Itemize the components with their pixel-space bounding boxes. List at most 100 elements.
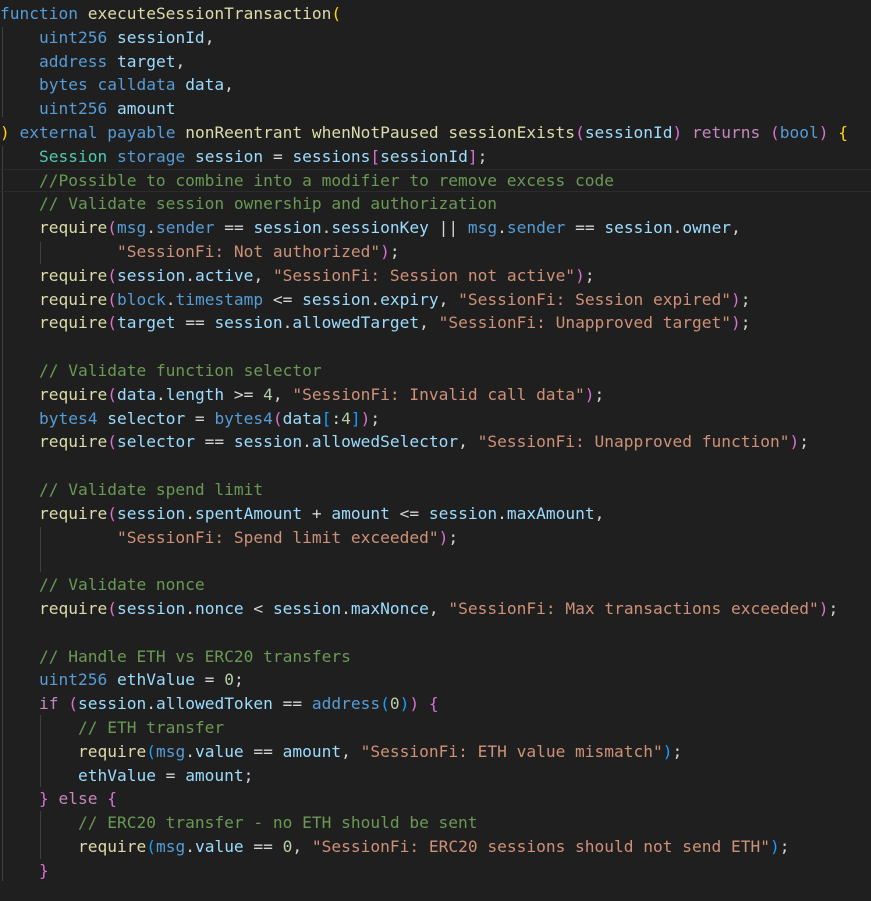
code-token: , [204, 27, 215, 47]
code-token: ) [818, 123, 829, 142]
code-token: || [428, 218, 468, 238]
code-token: ( [107, 432, 117, 452]
code-line[interactable]: require(session.spentAmount + amount <= … [0, 502, 871, 526]
code-line[interactable] [0, 454, 871, 478]
code-line[interactable]: require(msg.value == amount, "SessionFi:… [0, 740, 871, 764]
code-token: } [38, 860, 49, 880]
code-token: . [155, 384, 166, 404]
code-line[interactable]: uint256 sessionId, [0, 26, 871, 50]
code-token: "SessionFi: Invalid call data" [292, 384, 585, 404]
code-line[interactable] [0, 335, 871, 359]
code-token: , [292, 837, 312, 856]
code-token: // Validate session ownership and author… [38, 194, 498, 214]
code-token: amount [116, 99, 176, 119]
code-line[interactable]: address target, [0, 50, 871, 74]
code-token: , [731, 218, 741, 238]
code-line[interactable]: ethValue = amount; [0, 764, 871, 788]
code-token: . [341, 599, 351, 618]
code-token: allowedSelector [311, 432, 459, 452]
code-line[interactable]: } [0, 859, 871, 883]
code-token: , [253, 265, 273, 285]
code-line[interactable]: uint256 amount [0, 97, 871, 121]
code-token: . [321, 218, 332, 238]
code-line[interactable]: Session storage session = sessions[sessi… [0, 145, 871, 169]
code-token: require [38, 313, 108, 333]
code-line[interactable] [0, 621, 871, 645]
code-token: session [116, 503, 186, 523]
code-line[interactable]: // Validate session ownership and author… [0, 192, 871, 216]
code-token: . [185, 503, 195, 523]
code-token: require [38, 432, 108, 452]
code-line[interactable]: bytes calldata data, [0, 73, 871, 97]
code-token: 0 [389, 694, 400, 714]
code-token: session [77, 694, 147, 714]
code-line[interactable]: require(data.length >= 4, "SessionFi: In… [0, 383, 871, 407]
code-token: value [194, 837, 244, 856]
code-token: . [185, 741, 195, 761]
code-line[interactable]: "SessionFi: Spend limit exceeded"); [0, 526, 871, 550]
code-line[interactable]: require(target == session.allowedTarget,… [0, 311, 871, 335]
code-line[interactable]: require(block.timestamp <= session.expir… [0, 288, 871, 312]
code-token: // ERC20 transfer - no ETH should be sen… [77, 813, 478, 833]
code-line[interactable]: require(msg.value == 0, "SessionFi: ERC2… [0, 835, 871, 859]
code-token: ) [575, 265, 585, 285]
code-token: ethValue [116, 670, 195, 690]
code-token: ) [731, 313, 741, 333]
code-token: data [185, 75, 225, 95]
code-line[interactable]: require(session.active, "SessionFi: Sess… [0, 264, 871, 288]
code-line[interactable]: } else { [0, 787, 871, 811]
code-line[interactable]: if (session.allowedToken == address(0)) … [0, 692, 871, 716]
code-line[interactable]: function executeSessionTransaction( [0, 2, 871, 26]
code-line[interactable]: uint256 ethValue = 0; [0, 668, 871, 692]
code-token: whenNotPaused [311, 123, 439, 142]
code-token: ( [331, 4, 342, 23]
code-line[interactable]: ) external payable nonReentrant whenNotP… [0, 121, 871, 145]
code-token: require [38, 218, 108, 238]
code-line[interactable]: require(selector == session.allowedSelec… [0, 430, 871, 454]
code-token: "SessionFi: Max transactions exceeded" [448, 599, 819, 618]
code-line[interactable]: // Validate nonce [0, 573, 871, 597]
code-line[interactable]: require(session.nonce < session.maxNonce… [0, 597, 871, 621]
code-line[interactable]: // Validate function selector [0, 359, 871, 383]
code-line[interactable]: "SessionFi: Not authorized"); [0, 240, 871, 264]
code-line[interactable]: require(msg.sender == session.sessionKey… [0, 216, 871, 240]
code-token: , [594, 503, 605, 523]
code-line[interactable] [0, 549, 871, 573]
code-token: session [428, 503, 498, 523]
code-token: . [185, 265, 195, 285]
code-token: >= [224, 384, 264, 404]
code-line[interactable]: // ETH transfer [0, 716, 871, 740]
code-line[interactable]: // ERC20 transfer - no ETH should be sen… [0, 811, 871, 835]
code-line[interactable]: // Validate spend limit [0, 478, 871, 502]
code-token: ) [672, 123, 683, 142]
code-token: ethValue [77, 765, 156, 785]
code-line[interactable]: //Possible to combine into a modifier to… [0, 168, 871, 193]
code-token: // Validate spend limit [38, 480, 264, 499]
code-token: == [243, 837, 283, 856]
code-token: ( [272, 408, 283, 428]
code-editor[interactable]: function executeSessionTransaction( uint… [0, 0, 871, 901]
code-token: = [185, 408, 215, 428]
code-token: data [116, 384, 156, 404]
code-token: , [438, 289, 459, 309]
code-token: ( [107, 218, 117, 238]
code-token: amount [331, 503, 390, 523]
code-token: timestamp [175, 289, 264, 309]
code-token: storage [116, 146, 186, 166]
code-line[interactable]: // Handle ETH vs ERC20 transfers [0, 645, 871, 669]
code-token: require [38, 265, 108, 285]
code-line[interactable]: bytes4 selector = bytes4(data[:4]); [0, 407, 871, 431]
code-token: session [302, 289, 371, 309]
